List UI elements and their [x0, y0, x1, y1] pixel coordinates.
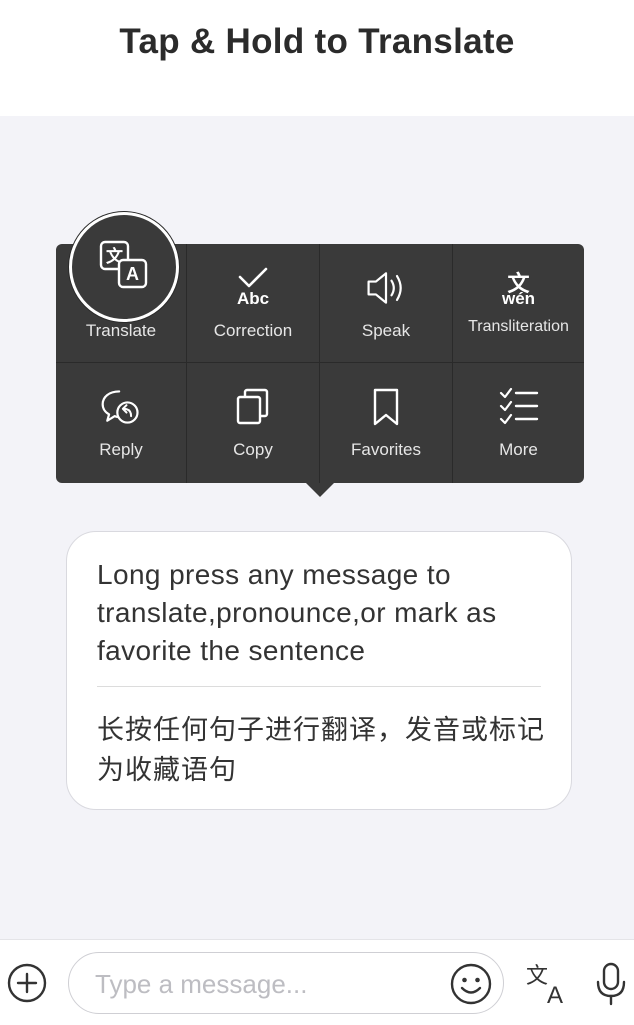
message-bubble[interactable]: Long press any message to translate,pron…	[66, 531, 572, 810]
menu-item-label: Copy	[233, 440, 273, 459]
svg-text:文: 文	[526, 964, 548, 989]
message-input[interactable]	[93, 963, 437, 1005]
copy-icon	[231, 383, 275, 431]
menu-item-label: Translate	[85, 321, 157, 340]
menu-item-label: Reply	[99, 440, 143, 459]
svg-text:A: A	[547, 982, 563, 1008]
message-text-english: Long press any message to translate,pron…	[97, 559, 497, 666]
plus-icon[interactable]	[6, 962, 48, 1004]
message-composer: 文 A	[0, 939, 634, 1025]
transliteration-icon-bottom: wén	[501, 289, 536, 308]
microphone-icon[interactable]	[591, 960, 631, 1008]
menu-item-copy[interactable]: Copy	[187, 363, 320, 483]
menu-item-speak[interactable]: Speak	[320, 244, 453, 363]
message-divider	[97, 686, 541, 687]
menu-item-label: More	[499, 440, 538, 459]
speaker-icon	[364, 264, 408, 312]
translate-icon[interactable]: 文 A	[522, 960, 570, 1008]
message-text-chinese: 长按任何句子进行翻译，发音或标记为收藏语句	[97, 715, 545, 785]
menu-item-label: Correction	[213, 321, 293, 340]
page-title: Tap & Hold to Translate	[119, 22, 515, 61]
menu-item-favorites[interactable]: Favorites	[320, 363, 453, 483]
context-menu-pointer	[306, 483, 334, 497]
svg-text:A: A	[126, 264, 139, 284]
menu-item-correction[interactable]: Abc Correction	[187, 244, 320, 363]
emoji-icon[interactable]	[449, 962, 493, 1006]
menu-item-transliteration[interactable]: 文 wén Transliteration	[453, 244, 584, 363]
checklist-icon	[497, 383, 541, 431]
message-input-wrapper	[68, 952, 504, 1014]
menu-item-reply[interactable]: Reply	[56, 363, 187, 483]
translate-highlight-button[interactable]: 文 A	[69, 212, 179, 322]
reply-icon	[99, 383, 143, 431]
transliteration-icon: 文 wén	[497, 264, 541, 312]
menu-item-label: Transliteration	[468, 318, 569, 335]
correction-icon: Abc	[231, 264, 275, 312]
menu-item-label: Speak	[361, 321, 411, 340]
menu-item-label: Favorites	[351, 440, 421, 459]
menu-item-more[interactable]: More	[453, 363, 584, 483]
header: Tap & Hold to Translate	[0, 0, 634, 116]
translate-icon: 文 A	[98, 239, 150, 296]
bookmark-icon	[364, 383, 408, 431]
correction-icon-text: Abc	[236, 289, 270, 308]
